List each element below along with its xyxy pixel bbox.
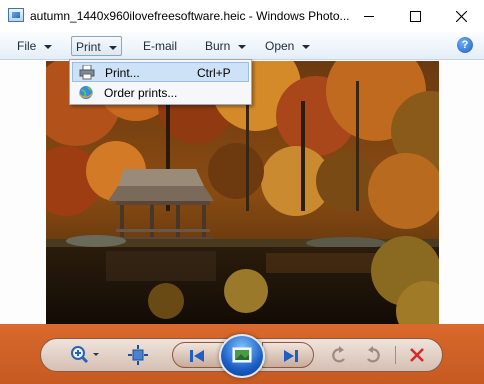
title-bar: autumn_1440x960ilovefreesoftware.heic - … — [0, 0, 484, 32]
chevron-down-icon — [44, 44, 53, 49]
menu-email-label: E-mail — [143, 39, 178, 53]
order-prints-menu-item[interactable]: Order prints... — [72, 83, 249, 103]
maximize-icon — [409, 10, 421, 22]
order-prints-label: Order prints... — [104, 86, 178, 100]
next-button[interactable] — [262, 342, 314, 368]
menu-bar: File Print E-mail Burn Open — [0, 32, 484, 60]
print-menu-item[interactable]: Print... Ctrl+P — [72, 62, 249, 82]
menu-burn[interactable]: Burn — [201, 36, 250, 56]
chevron-down-icon — [238, 44, 247, 49]
minimize-button[interactable] — [346, 0, 392, 32]
print-menu-label: Print... — [105, 66, 140, 80]
print-shortcut: Ctrl+P — [197, 66, 231, 80]
slideshow-button[interactable] — [219, 334, 265, 378]
menu-print[interactable]: Print — [71, 36, 122, 56]
next-icon — [284, 350, 298, 362]
previous-icon — [190, 350, 204, 362]
menu-file-label: File — [17, 39, 37, 53]
globe-icon — [78, 85, 94, 100]
menu-open[interactable]: Open — [261, 36, 314, 56]
menu-print-label: Print — [76, 40, 101, 54]
slideshow-icon — [232, 347, 252, 363]
close-icon — [455, 10, 467, 22]
help-icon[interactable]: ? — [457, 37, 473, 53]
chevron-down-icon — [302, 44, 311, 49]
rotate-counterclockwise-icon[interactable] — [330, 345, 348, 365]
menu-burn-label: Burn — [205, 39, 231, 53]
maximize-button[interactable] — [392, 0, 438, 32]
fit-to-window-icon[interactable] — [128, 345, 148, 365]
print-menu: Print... Ctrl+P Order prints... — [69, 59, 252, 105]
menu-open-label: Open — [265, 39, 295, 53]
app-icon — [8, 8, 24, 22]
window-title: autumn_1440x960ilovefreesoftware.heic - … — [30, 9, 350, 23]
menu-email[interactable]: E-mail — [139, 36, 181, 56]
minimize-icon — [364, 15, 374, 17]
rotate-clockwise-icon[interactable] — [364, 345, 382, 365]
control-divider — [395, 346, 396, 364]
previous-button[interactable] — [172, 342, 224, 368]
printer-icon — [79, 65, 95, 80]
delete-icon[interactable] — [408, 345, 426, 365]
zoom-icon[interactable] — [69, 345, 101, 365]
chevron-down-icon — [108, 45, 117, 50]
close-button[interactable] — [438, 0, 484, 32]
menu-file[interactable]: File — [13, 36, 56, 56]
